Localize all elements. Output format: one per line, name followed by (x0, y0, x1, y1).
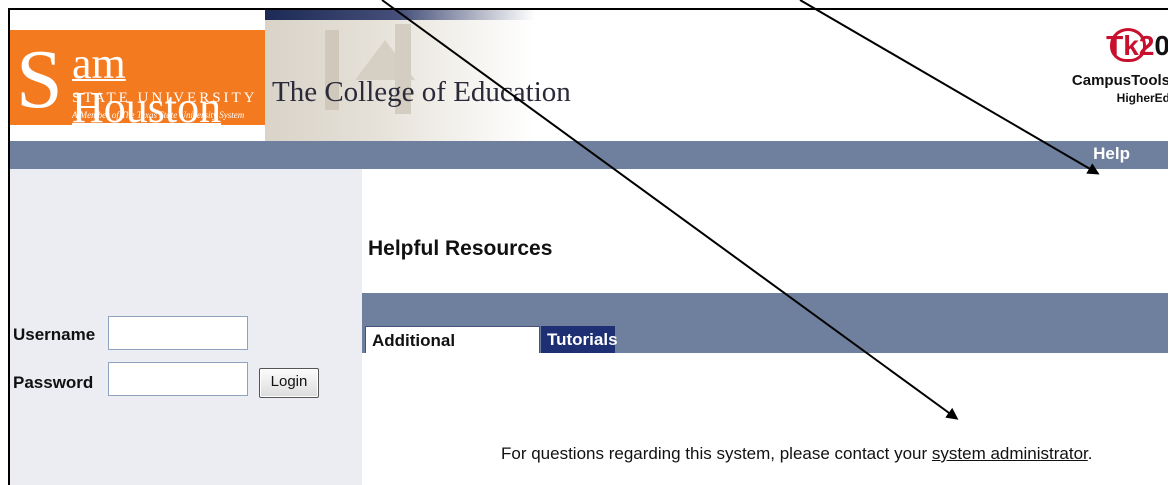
username-input[interactable] (108, 316, 248, 350)
tab-tutorials[interactable]: Tutorials (541, 326, 618, 354)
highered-label: HigherEd (1116, 91, 1168, 105)
campustools-label: CampusTools (1071, 72, 1168, 89)
login-panel: Username Password Login (10, 169, 362, 485)
main-content: Helpful Resources Additional Information… (362, 169, 1168, 485)
password-input[interactable] (108, 362, 248, 396)
system-administrator-link[interactable]: system administrator (932, 444, 1088, 463)
username-label: Username (13, 325, 96, 344)
tab-additional-information[interactable]: Additional Information (365, 326, 540, 378)
logo-member-text: A Member of The Texas State University S… (72, 110, 245, 120)
tk20-logo: Tk20 CampusTools HigherEd (1070, 20, 1168, 140)
header: S am Houston STATE UNIVERSITY A Member o… (10, 10, 1168, 150)
contact-prefix: For questions regarding this system, ple… (501, 444, 932, 463)
contact-text: For questions regarding this system, ple… (501, 444, 1093, 464)
page-title: Helpful Resources (368, 237, 553, 260)
tab-content: For questions regarding this system, ple… (362, 353, 1168, 485)
contact-suffix: . (1087, 444, 1093, 463)
college-title: The College of Education (272, 76, 571, 108)
page-frame: S am Houston STATE UNIVERSITY A Member o… (8, 8, 1168, 485)
logo-university: STATE UNIVERSITY (72, 90, 258, 106)
nav-bar: Help (10, 141, 1168, 169)
password-label: Password (13, 373, 94, 392)
tab-bar: Additional Information Tutorials (362, 293, 1168, 378)
tk20-brand: Tk20 (1106, 30, 1168, 61)
university-logo[interactable]: S am Houston STATE UNIVERSITY A Member o… (10, 30, 265, 130)
logo-letter: S (16, 33, 63, 126)
login-button[interactable]: Login (259, 368, 319, 398)
help-link[interactable]: Help (1093, 144, 1130, 164)
